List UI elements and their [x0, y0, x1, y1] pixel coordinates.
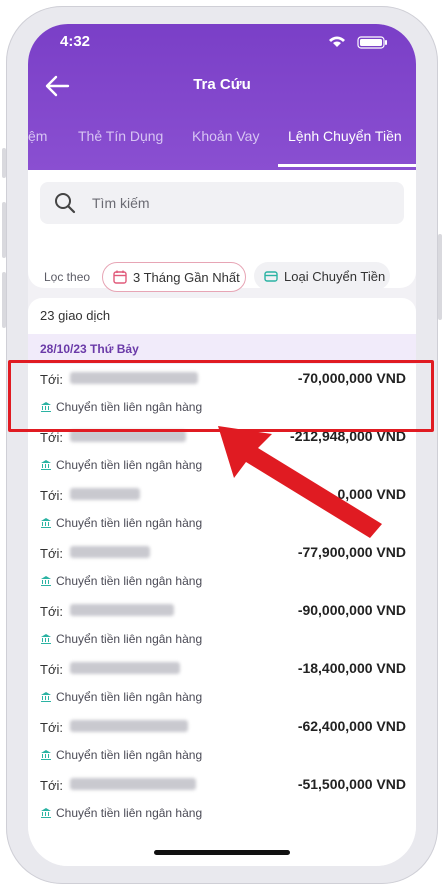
- volume-button: [2, 202, 6, 258]
- transaction-amount: -77,900,000 VND: [297, 544, 406, 560]
- redacted-recipient: [70, 604, 174, 616]
- to-label: Tới:: [40, 662, 63, 677]
- transaction-type: Chuyển tiền liên ngân hàng: [40, 458, 202, 472]
- transaction-type: Chuyển tiền liên ngân hàng: [40, 516, 202, 530]
- bank-icon: [41, 460, 51, 470]
- date-header-text: 28/10/23 Thứ Bảy: [40, 342, 139, 356]
- active-tab-indicator: [278, 164, 416, 167]
- transaction-count: 23 giao dịch: [40, 308, 111, 323]
- card-icon: [264, 271, 278, 282]
- tab-transfer-orders[interactable]: Lệnh Chuyển Tiền: [288, 128, 402, 144]
- to-label: Tới:: [40, 488, 63, 503]
- page-title: Tra Cứu: [193, 76, 251, 93]
- status-icons: [329, 36, 387, 49]
- transaction-type-label: Chuyển tiền liên ngân hàng: [56, 748, 203, 762]
- tab-bar: ệm Thẻ Tín Dụng Khoản Vay Lệnh Chuyển Ti…: [28, 124, 416, 154]
- transfer-type-filter-chip[interactable]: Loại Chuyển Tiền: [254, 262, 390, 290]
- filter-card: Lọc theo 3 Tháng Gần Nhất Loại Chuyển Ti…: [28, 170, 416, 292]
- redacted-recipient: [70, 546, 150, 558]
- transaction-type: Chuyển tiền liên ngân hàng: [40, 632, 202, 646]
- transaction-type-label: Chuyển tiền liên ngân hàng: [56, 516, 203, 530]
- redacted-recipient: [70, 778, 196, 790]
- volume-button: [2, 272, 6, 328]
- bank-icon: [41, 692, 51, 702]
- to-label: Tới:: [40, 604, 63, 619]
- search-icon: [55, 193, 76, 214]
- search-box[interactable]: [40, 182, 404, 224]
- search-input[interactable]: [90, 194, 394, 212]
- to-label: Tới:: [40, 546, 63, 561]
- to-label: Tới:: [40, 720, 63, 735]
- transaction-type: Chuyển tiền liên ngân hàng: [40, 748, 202, 762]
- transaction-type-label: Chuyển tiền liên ngân hàng: [56, 806, 203, 820]
- transaction-item[interactable]: Tới: -62,400,000 VND Chuyển tiền liên ng…: [28, 716, 416, 774]
- transaction-amount: -90,000,000 VND: [297, 602, 406, 618]
- transaction-item[interactable]: Tới: -51,500,000 VND Chuyển tiền liên ng…: [28, 774, 416, 832]
- transaction-type-label: Chuyển tiền liên ngân hàng: [56, 458, 203, 472]
- transaction-type-label: Chuyển tiền liên ngân hàng: [56, 690, 203, 704]
- power-button: [438, 234, 442, 320]
- to-label: Tới:: [40, 430, 63, 445]
- redacted-recipient: [70, 488, 140, 500]
- to-label: Tới:: [40, 778, 63, 793]
- bank-icon: [41, 518, 51, 528]
- transaction-type-label: Chuyển tiền liên ngân hàng: [56, 632, 203, 646]
- transaction-amount: -18,400,000 VND: [297, 660, 406, 676]
- home-indicator: [154, 850, 290, 855]
- transaction-item[interactable]: Tới: -77,900,000 VND Chuyển tiền liên ng…: [28, 542, 416, 600]
- volume-button: [2, 148, 6, 178]
- status-time: 4:32: [60, 33, 91, 50]
- header: 4:32 Tra Cứu ệm Thẻ Tín Dụng Khoản Vay L…: [28, 24, 416, 170]
- calendar-icon: [113, 270, 127, 284]
- period-filter-label: 3 Tháng Gần Nhất: [133, 269, 240, 285]
- transfer-type-filter-label: Loại Chuyển Tiền: [284, 268, 386, 284]
- status-bar: 4:32: [28, 24, 416, 60]
- bank-icon: [41, 576, 51, 586]
- tab-credit-card[interactable]: Thẻ Tín Dụng: [78, 128, 163, 144]
- transaction-type: Chuyển tiền liên ngân hàng: [40, 690, 202, 704]
- redacted-recipient: [70, 720, 188, 732]
- pointer-arrow-icon: [218, 426, 382, 538]
- transaction-item[interactable]: Tới: -18,400,000 VND Chuyển tiền liên ng…: [28, 658, 416, 716]
- transaction-amount: -62,400,000 VND: [297, 718, 406, 734]
- bank-icon: [41, 750, 51, 760]
- transaction-type: Chuyển tiền liên ngân hàng: [40, 574, 202, 588]
- transaction-type-label: Chuyển tiền liên ngân hàng: [56, 574, 203, 588]
- transaction-item[interactable]: Tới: -90,000,000 VND Chuyển tiền liên ng…: [28, 600, 416, 658]
- filter-label: Lọc theo: [44, 270, 91, 284]
- bank-icon: [41, 808, 51, 818]
- tab-loan[interactable]: Khoản Vay: [192, 128, 259, 144]
- redacted-recipient: [70, 662, 180, 674]
- transaction-amount: -51,500,000 VND: [297, 776, 406, 792]
- bank-icon: [41, 634, 51, 644]
- period-filter-chip[interactable]: 3 Tháng Gần Nhất: [102, 262, 246, 292]
- tab-savings[interactable]: ệm: [28, 128, 47, 144]
- transaction-type: Chuyển tiền liên ngân hàng: [40, 806, 202, 820]
